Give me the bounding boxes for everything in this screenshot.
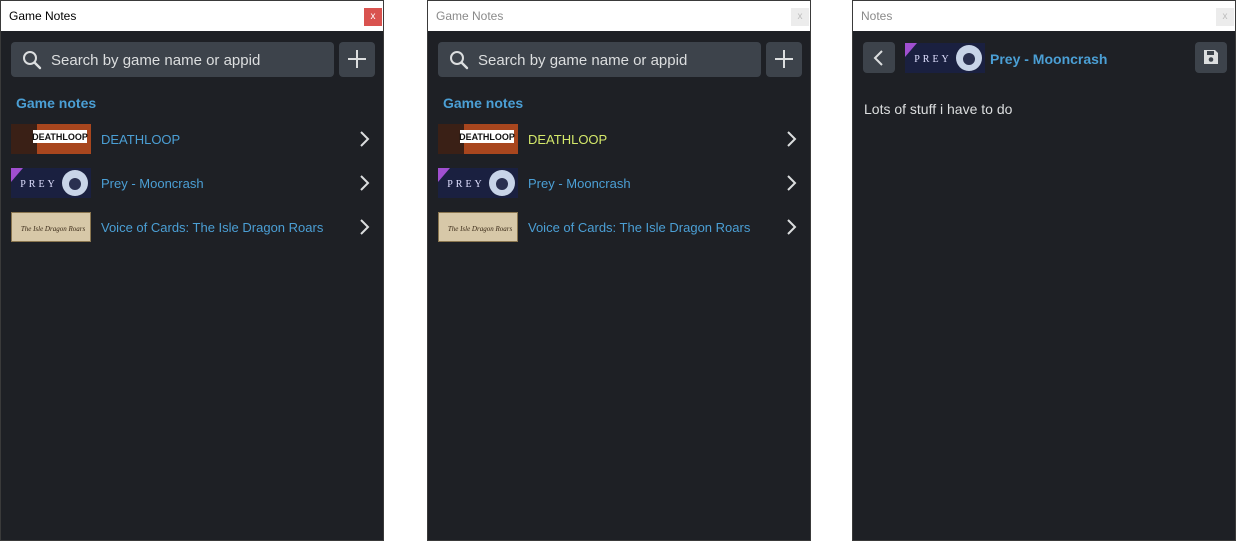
thumbnail-text: PREY bbox=[914, 54, 952, 65]
save-icon bbox=[1204, 50, 1218, 64]
note-game-title: Prey - Mooncrash bbox=[990, 51, 1108, 67]
game-thumbnail: PREY bbox=[905, 43, 985, 73]
title-bar: Game Notes x bbox=[428, 1, 810, 31]
search-icon bbox=[449, 50, 469, 75]
game-list-item[interactable]: The Isle Dragon Roars Voice of Cards: Th… bbox=[428, 208, 810, 248]
thumbnail-text: PREY bbox=[447, 179, 485, 190]
close-button[interactable]: x bbox=[364, 8, 382, 26]
chevron-right-icon bbox=[787, 219, 797, 235]
thumbnail-text: DEATHLOOP bbox=[459, 132, 515, 142]
game-name: Prey - Mooncrash bbox=[528, 176, 631, 191]
thumbnail-text: DEATHLOOP bbox=[32, 132, 88, 142]
game-thumbnail: DEATHLOOP bbox=[438, 124, 518, 154]
add-note-button[interactable] bbox=[766, 42, 802, 77]
search-icon bbox=[22, 50, 42, 75]
game-thumbnail: PREY bbox=[11, 168, 91, 198]
game-list-item[interactable]: PREY Prey - Mooncrash bbox=[428, 164, 810, 204]
game-list-item[interactable]: The Isle Dragon Roars Voice of Cards: Th… bbox=[1, 208, 383, 248]
thumbnail-text: PREY bbox=[20, 179, 58, 190]
search-input[interactable]: Search by game name or appid bbox=[11, 42, 334, 77]
game-list-item[interactable]: PREY Prey - Mooncrash bbox=[1, 164, 383, 204]
title-bar: Notes x bbox=[853, 1, 1235, 31]
game-thumbnail: PREY bbox=[438, 168, 518, 198]
back-button[interactable] bbox=[863, 42, 895, 73]
window-content: Search by game name or appid Game notes … bbox=[428, 31, 810, 540]
game-name: DEATHLOOP bbox=[101, 132, 181, 147]
chevron-right-icon bbox=[360, 175, 370, 191]
game-name: Voice of Cards: The Isle Dragon Roars bbox=[101, 220, 324, 235]
game-thumbnail: The Isle Dragon Roars bbox=[11, 212, 91, 242]
chevron-right-icon bbox=[360, 131, 370, 147]
window-title: Notes bbox=[861, 9, 893, 23]
thumbnail-text: The Isle Dragon Roars bbox=[448, 225, 513, 233]
window-content: Search by game name or appid Game notes … bbox=[1, 31, 383, 540]
thumbnail-text: The Isle Dragon Roars bbox=[21, 225, 86, 233]
game-list-item[interactable]: DEATHLOOP DEATHLOOP bbox=[1, 120, 383, 160]
search-input[interactable]: Search by game name or appid bbox=[438, 42, 761, 77]
search-placeholder: Search by game name or appid bbox=[51, 52, 261, 69]
close-button[interactable]: x bbox=[1216, 8, 1234, 26]
notes-window: Notes x PREY Prey - Mooncrash Lots of st… bbox=[852, 0, 1236, 541]
add-note-button[interactable] bbox=[339, 42, 375, 77]
chevron-right-icon bbox=[787, 131, 797, 147]
window-title: Game Notes bbox=[436, 9, 504, 23]
game-name: Voice of Cards: The Isle Dragon Roars bbox=[528, 220, 751, 235]
chevron-left-icon bbox=[873, 50, 883, 66]
window-content: PREY Prey - Mooncrash Lots of stuff i ha… bbox=[853, 31, 1235, 540]
game-name: Prey - Mooncrash bbox=[101, 176, 204, 191]
window-title: Game Notes bbox=[9, 9, 77, 23]
game-notes-window-1: Game Notes x Search by game name or appi… bbox=[0, 0, 384, 541]
chevron-right-icon bbox=[360, 219, 370, 235]
title-bar: Game Notes x bbox=[1, 1, 383, 31]
section-title: Game notes bbox=[16, 95, 97, 111]
close-button[interactable]: x bbox=[791, 8, 809, 26]
chevron-right-icon bbox=[787, 175, 797, 191]
plus-icon bbox=[348, 50, 366, 68]
section-title: Game notes bbox=[443, 95, 524, 111]
game-notes-window-2: Game Notes x Search by game name or appi… bbox=[427, 0, 811, 541]
game-list-item[interactable]: DEATHLOOP DEATHLOOP bbox=[428, 120, 810, 160]
save-button[interactable] bbox=[1195, 42, 1227, 73]
game-name: DEATHLOOP bbox=[528, 132, 608, 147]
game-thumbnail: DEATHLOOP bbox=[11, 124, 91, 154]
note-text-area[interactable]: Lots of stuff i have to do bbox=[864, 101, 1012, 117]
game-thumbnail: The Isle Dragon Roars bbox=[438, 212, 518, 242]
plus-icon bbox=[775, 50, 793, 68]
search-placeholder: Search by game name or appid bbox=[478, 52, 688, 69]
